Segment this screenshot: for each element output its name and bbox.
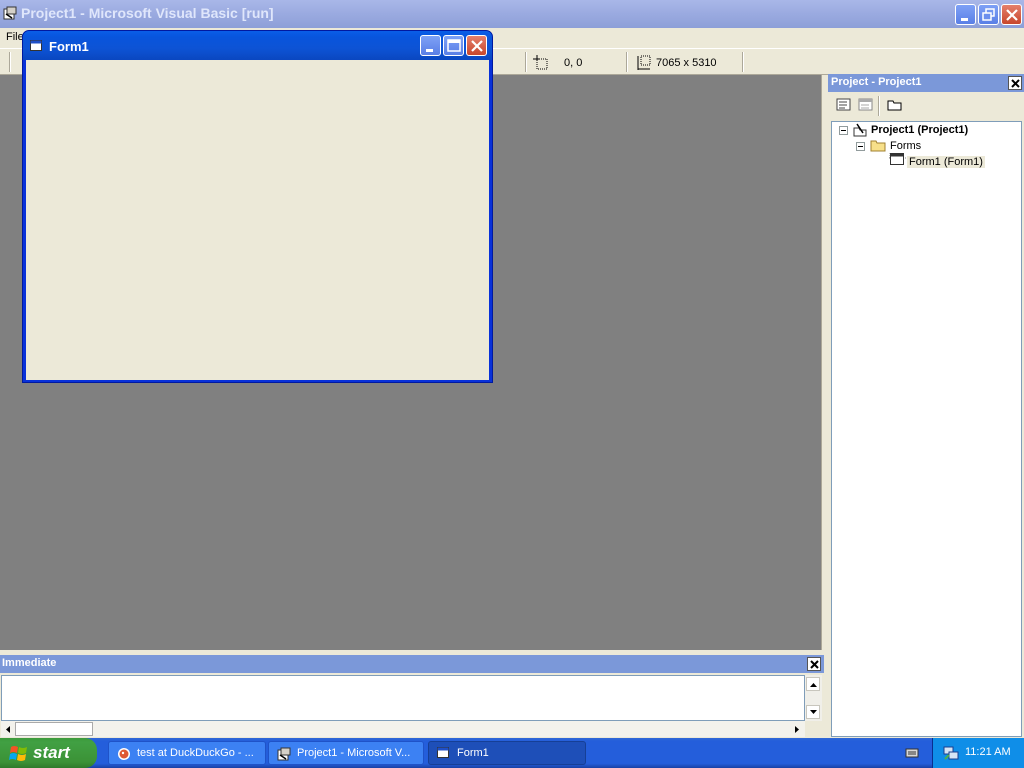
restore-icon — [982, 8, 995, 21]
immediate-title: Immediate — [2, 657, 57, 669]
task-button-form1[interactable]: Form1 — [428, 741, 586, 765]
clock: 11:21 AM — [965, 746, 1011, 758]
size-icon — [637, 55, 651, 70]
task-label: Project1 - Microsoft V... — [297, 747, 411, 759]
immediate-titlebar[interactable]: Immediate — [0, 655, 824, 673]
minimize-icon — [961, 18, 968, 21]
arrow-left-icon[interactable] — [4, 725, 11, 734]
close-icon — [1011, 79, 1020, 88]
tree-collapse-project[interactable] — [839, 126, 848, 135]
form1-minimize-button[interactable] — [420, 35, 441, 56]
form1-window[interactable]: Form1 — [22, 30, 493, 383]
task-label: Form1 — [457, 747, 489, 759]
form1-close-button[interactable] — [466, 35, 487, 56]
maximize-icon — [447, 39, 461, 52]
immediate-close-button[interactable] — [807, 657, 821, 671]
taskbar: start test at DuckDuckGo - ... Project1 … — [0, 738, 1024, 768]
start-label: start — [33, 743, 70, 762]
arrow-right-icon[interactable] — [794, 725, 801, 734]
toolbar-separator — [626, 52, 628, 72]
form1-maximize-button[interactable] — [443, 35, 464, 56]
network-icon[interactable] — [943, 745, 959, 761]
scroll-up-button[interactable] — [806, 677, 820, 691]
form-icon — [890, 153, 904, 165]
ide-titlebar[interactable]: Project1 - Microsoft Visual Basic [run] — [0, 0, 1024, 28]
vb-app-icon — [277, 747, 291, 761]
tree-collapse-forms[interactable] — [856, 142, 865, 151]
view-code-icon[interactable] — [835, 97, 853, 113]
toolbar-separator — [878, 96, 880, 116]
form-icon — [437, 747, 449, 758]
project-tree: Project1 (Project1) Forms Form1 (Form1) — [831, 121, 1022, 737]
system-tray: 11:21 AM — [932, 738, 1024, 768]
toolbar-separator — [9, 52, 11, 72]
arrow-down-icon — [810, 710, 817, 714]
form1-title: Form1 — [49, 39, 89, 54]
ide-close-button[interactable] — [1001, 4, 1022, 25]
toolbar-separator — [525, 52, 527, 72]
task-label: test at DuckDuckGo - ... — [137, 747, 254, 759]
form1-titlebar[interactable]: Form1 — [23, 31, 492, 60]
position-readout: 0, 0 — [564, 57, 583, 69]
ide-restore-button[interactable] — [978, 4, 999, 25]
view-object-icon[interactable] — [857, 97, 875, 113]
folder-icon — [870, 140, 886, 152]
tree-item-forms[interactable]: Forms — [890, 140, 921, 152]
close-icon — [1006, 9, 1018, 21]
start-button[interactable]: start — [0, 738, 97, 768]
project-icon — [853, 123, 867, 137]
project-explorer: Project - Project1 Project1 (Project1) F… — [828, 74, 1024, 740]
ide-minimize-button[interactable] — [955, 4, 976, 25]
position-icon — [533, 55, 548, 70]
minimize-icon — [426, 49, 433, 52]
immediate-horizontal-scrollbar[interactable] — [1, 721, 805, 737]
immediate-window: Immediate — [0, 655, 824, 737]
immediate-vertical-scrollbar[interactable] — [805, 675, 822, 721]
task-button-visual-basic[interactable]: Project1 - Microsoft V... — [268, 741, 424, 765]
immediate-input[interactable] — [1, 675, 805, 721]
project-explorer-titlebar[interactable]: Project - Project1 — [828, 74, 1024, 92]
ide-title: Project1 - Microsoft Visual Basic [run] — [21, 5, 274, 21]
keyboard-icon[interactable] — [905, 747, 919, 759]
form1-client-area[interactable] — [26, 60, 489, 380]
tree-item-project[interactable]: Project1 (Project1) — [871, 124, 968, 136]
project-explorer-title: Project - Project1 — [831, 76, 922, 88]
scroll-thumb[interactable] — [15, 722, 93, 736]
scroll-down-button[interactable] — [806, 705, 820, 719]
project-explorer-close-button[interactable] — [1008, 76, 1022, 90]
close-icon — [471, 40, 483, 52]
tree-item-form1[interactable]: Form1 (Form1) — [907, 156, 985, 168]
toolbar-separator — [742, 52, 744, 72]
toggle-folders-icon[interactable] — [886, 97, 904, 113]
vb-app-icon[interactable] — [3, 6, 17, 20]
form-icon[interactable] — [30, 40, 42, 51]
duckduckgo-icon — [118, 748, 130, 760]
close-icon — [810, 660, 819, 669]
task-button-duckduckgo[interactable]: test at DuckDuckGo - ... — [108, 741, 266, 765]
windows-flag-icon — [9, 746, 27, 761]
arrow-up-icon — [810, 683, 817, 687]
size-readout: 7065 x 5310 — [656, 57, 717, 69]
project-explorer-toolbar — [828, 92, 1024, 120]
